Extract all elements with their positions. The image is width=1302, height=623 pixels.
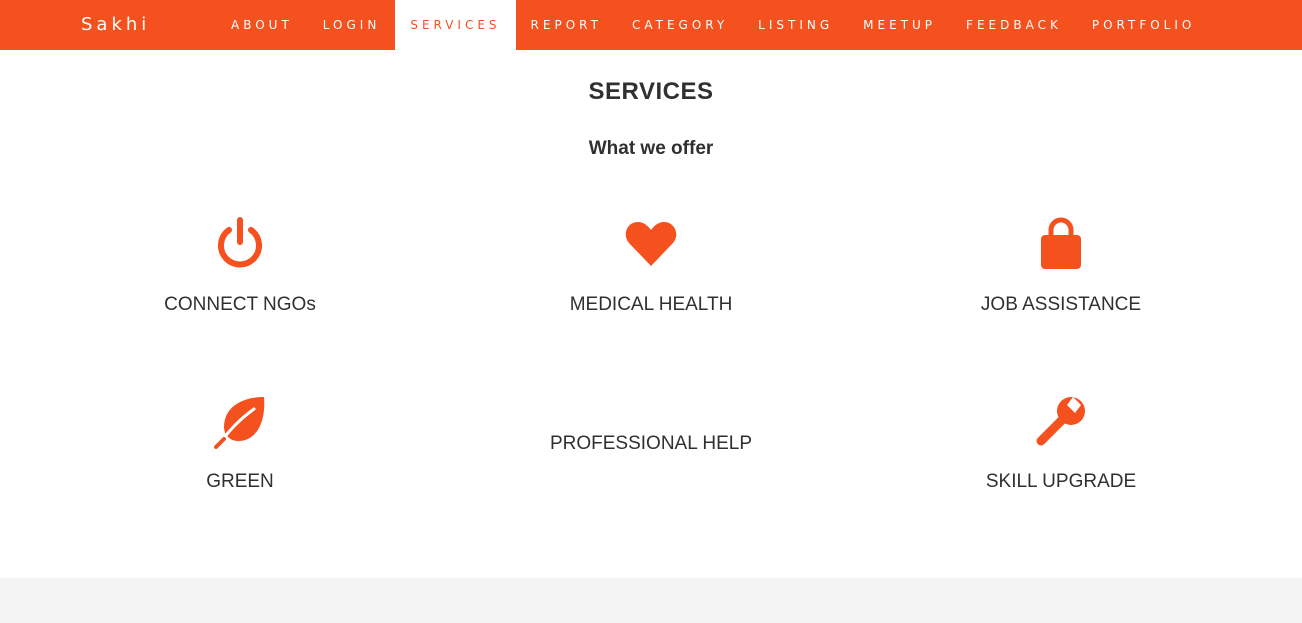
- leaf-icon: [214, 397, 265, 449]
- service-label: SKILL UPGRADE: [985, 471, 1137, 492]
- service-connect-ngos: CONNECT NGOs: [90, 216, 390, 316]
- nav-item-feedback[interactable]: FEEDBACK: [951, 0, 1077, 50]
- service-professional-help: PROFESSIONAL HELP: [501, 433, 801, 455]
- services-title: SERVICES: [588, 78, 714, 105]
- service-label: MEDICAL HEALTH: [569, 294, 733, 315]
- service-skill-upgrade: SKILL UPGRADE: [911, 393, 1211, 493]
- heart-icon: [625, 222, 677, 266]
- power-icon: [218, 217, 262, 268]
- service-job-assistance: JOB ASSISTANCE: [911, 216, 1211, 316]
- nav-menu: ABOUT LOGIN SERVICES REPORT CATEGORY LIS…: [216, 0, 1210, 50]
- service-label: PROFESSIONAL HELP: [549, 433, 753, 454]
- nav-item-report[interactable]: REPORT: [516, 0, 617, 50]
- nav-item-listing[interactable]: LISTING: [743, 0, 848, 50]
- nav-item-portfolio[interactable]: PORTFOLIO: [1077, 0, 1211, 50]
- navbar: Sakhi ABOUT LOGIN SERVICES REPORT CATEGO…: [0, 0, 1302, 50]
- nav-item-meetup[interactable]: MEETUP: [848, 0, 951, 50]
- service-medical-health: MEDICAL HEALTH: [501, 216, 801, 316]
- service-label: CONNECT NGOs: [164, 294, 316, 315]
- nav-item-about[interactable]: ABOUT: [216, 0, 308, 50]
- nav-item-services[interactable]: SERVICES: [395, 0, 516, 50]
- service-green: GREEN: [90, 393, 390, 493]
- service-label: GREEN: [206, 471, 274, 492]
- next-section-band: [0, 578, 1302, 623]
- wrench-icon: [1036, 397, 1085, 446]
- brand-logo[interactable]: Sakhi: [81, 0, 150, 50]
- services-subtitle: What we offer: [588, 138, 714, 159]
- lock-icon: [1041, 217, 1081, 269]
- nav-item-login[interactable]: LOGIN: [308, 0, 396, 50]
- service-label: JOB ASSISTANCE: [980, 294, 1142, 315]
- nav-item-category[interactable]: CATEGORY: [617, 0, 743, 50]
